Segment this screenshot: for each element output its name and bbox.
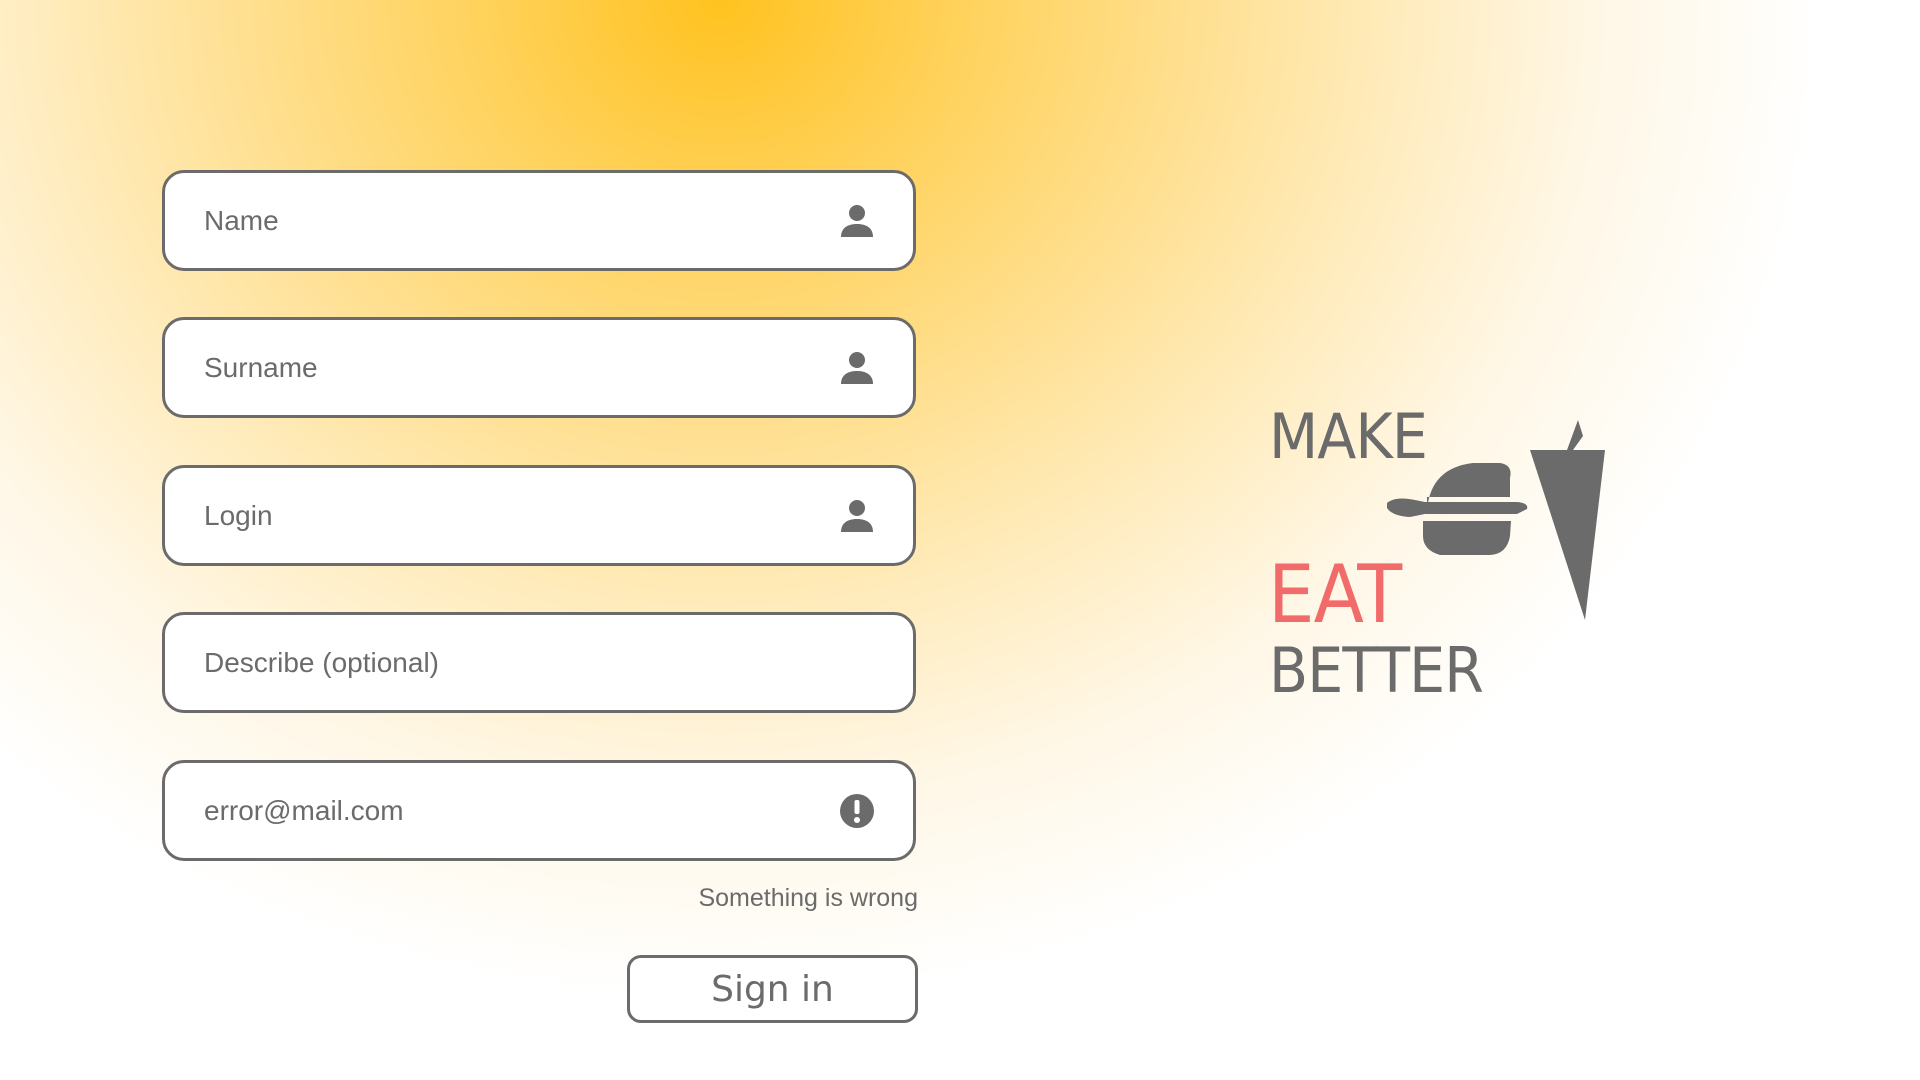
name-placeholder: Name: [204, 204, 279, 236]
logo-word-make: MAKE: [1269, 400, 1428, 473]
surname-field[interactable]: Surname: [162, 317, 916, 418]
logo-word-eat: EAT: [1268, 548, 1402, 641]
login-field[interactable]: Login: [162, 465, 916, 566]
login-placeholder: Login: [204, 499, 273, 531]
name-field[interactable]: Name: [162, 170, 916, 271]
logo-word-better: BETTER: [1269, 634, 1484, 707]
describe-placeholder: Describe (optional): [204, 646, 439, 678]
email-field[interactable]: error@mail.com: [162, 760, 916, 861]
user-icon: [841, 351, 873, 384]
sign-in-button[interactable]: Sign in: [627, 955, 918, 1023]
logo: MAKE EAT BETTER: [1255, 400, 1635, 720]
user-icon: [841, 499, 873, 532]
user-icon: [841, 204, 873, 237]
error-message: Something is wrong: [698, 884, 918, 912]
error-icon: [840, 793, 874, 828]
surname-placeholder: Surname: [204, 351, 318, 383]
email-value: error@mail.com: [204, 794, 404, 826]
describe-field[interactable]: Describe (optional): [162, 612, 916, 713]
